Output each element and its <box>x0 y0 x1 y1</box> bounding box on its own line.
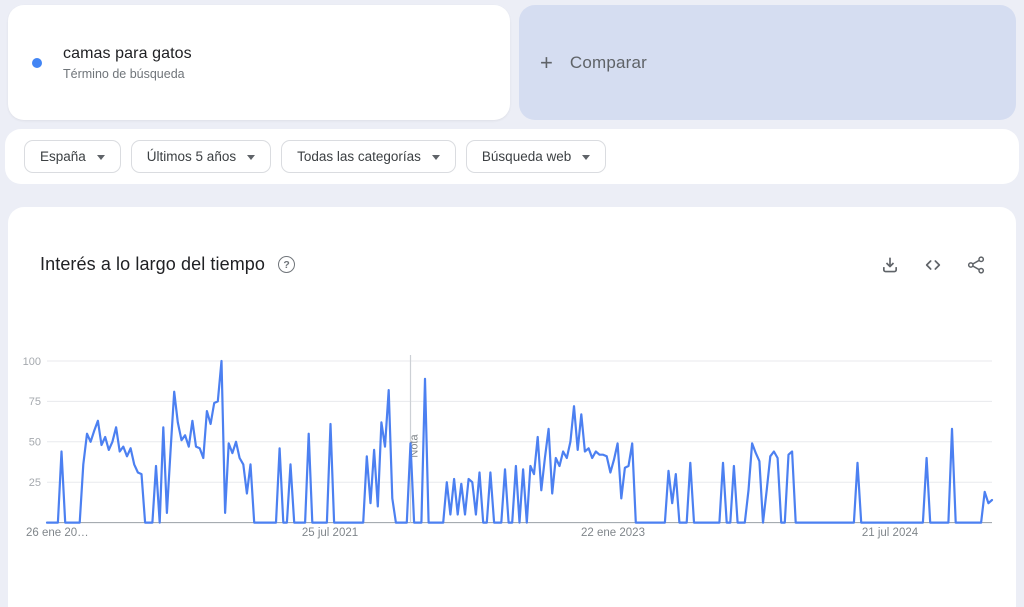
y-tick-50: 50 <box>29 437 41 449</box>
search-term-card: camas para gatos Término de búsqueda <box>8 5 510 120</box>
filter-category-dropdown[interactable]: Todas las categorías <box>281 140 456 173</box>
plus-icon: + <box>540 52 553 74</box>
filter-searchtype-label: Búsqueda web <box>482 149 571 164</box>
term-text-block: camas para gatos Término de búsqueda <box>63 45 192 81</box>
x-tick-2: 22 ene 2023 <box>581 527 645 539</box>
x-tick-1: 25 jul 2021 <box>302 527 358 539</box>
filter-region-label: España <box>40 149 86 164</box>
search-terms-row: camas para gatos Término de búsqueda + C… <box>0 0 1024 120</box>
search-term-label: camas para gatos <box>63 45 192 63</box>
interest-over-time-card: Interés a lo largo del tiempo ? <box>8 207 1016 607</box>
compare-button[interactable]: + Comparar <box>519 5 1016 120</box>
chart-title: Interés a lo largo del tiempo <box>40 254 265 275</box>
download-icon[interactable] <box>880 255 900 275</box>
chart-actions <box>880 255 986 275</box>
y-tick-25: 25 <box>29 477 41 489</box>
chevron-down-icon <box>582 155 590 160</box>
term-color-dot-icon <box>32 58 42 68</box>
share-icon[interactable] <box>966 255 986 275</box>
chart-title-wrap: Interés a lo largo del tiempo ? <box>40 254 295 275</box>
x-tick-3: 21 jul 2024 <box>862 527 919 539</box>
chevron-down-icon <box>432 155 440 160</box>
filter-region-dropdown[interactable]: España <box>24 140 121 173</box>
search-term-type: Término de búsqueda <box>63 67 192 81</box>
x-tick-0: 26 ene 20… <box>26 527 89 539</box>
y-tick-75: 75 <box>29 396 41 408</box>
interest-over-time-chart: 100 75 50 25 Nota 26 ene 20… 25 jul 2021… <box>8 355 1016 555</box>
filters-bar: España Últimos 5 años Todas las categorí… <box>5 129 1019 184</box>
chevron-down-icon <box>97 155 105 160</box>
filter-timerange-label: Últimos 5 años <box>147 149 236 164</box>
help-icon[interactable]: ? <box>278 256 295 273</box>
y-tick-100: 100 <box>23 356 41 368</box>
chevron-down-icon <box>247 155 255 160</box>
filter-searchtype-dropdown[interactable]: Búsqueda web <box>466 140 606 173</box>
filter-timerange-dropdown[interactable]: Últimos 5 años <box>131 140 271 173</box>
embed-code-icon[interactable] <box>923 255 943 275</box>
filter-category-label: Todas las categorías <box>297 149 421 164</box>
chart-header: Interés a lo largo del tiempo ? <box>8 207 1016 275</box>
compare-label: Comparar <box>570 53 647 73</box>
